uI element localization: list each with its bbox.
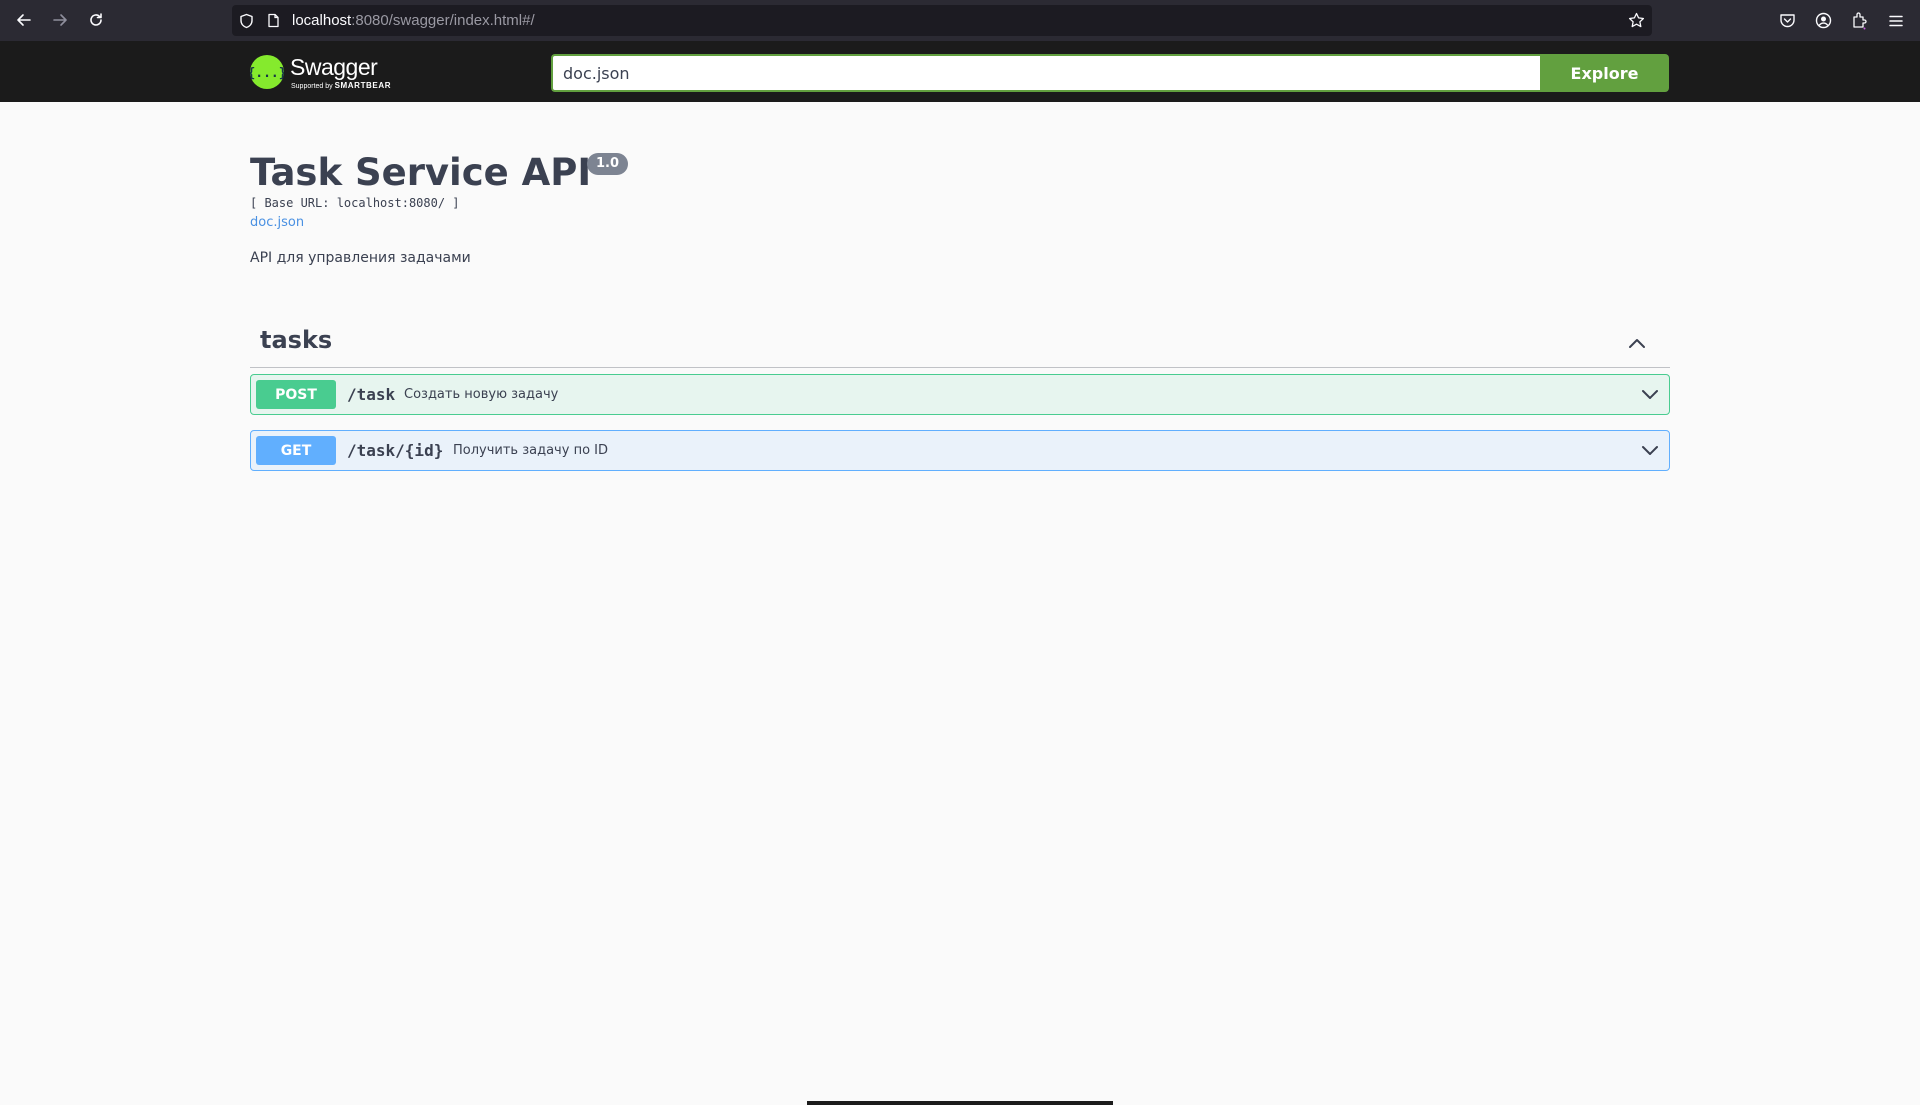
swagger-logo-subtitle: Supported by SMARTBEAR xyxy=(291,81,392,90)
browser-toolbar: localhost:8080/swagger/index.html#/ xyxy=(0,0,1920,41)
bottom-scroll-indicator xyxy=(807,1101,1113,1105)
spec-link[interactable]: doc.json xyxy=(250,215,304,230)
chevron-down-icon[interactable] xyxy=(1639,440,1661,462)
operation-summary: Создать новую задачу xyxy=(404,387,559,402)
back-arrow-icon[interactable] xyxy=(12,8,36,32)
star-icon[interactable] xyxy=(1628,12,1645,29)
api-description: API для управления задачами xyxy=(250,250,471,266)
spec-url-input[interactable] xyxy=(551,54,1540,92)
explore-button[interactable]: Explore xyxy=(1540,54,1669,92)
pocket-icon[interactable] xyxy=(1778,11,1797,30)
swagger-logo[interactable]: {...} Swagger Supported by SMARTBEAR xyxy=(250,51,400,93)
operation-summary: Получить задачу по ID xyxy=(453,443,608,458)
operation-get-task-id[interactable]: GET /task/{id} Получить задачу по ID xyxy=(250,430,1670,471)
menu-icon[interactable] xyxy=(1886,11,1905,30)
api-title: Task Service API xyxy=(250,151,592,194)
operation-path: /task/{id} xyxy=(347,441,444,460)
operation-post-task[interactable]: POST /task Создать новую задачу xyxy=(250,374,1670,415)
chevron-down-icon[interactable] xyxy=(1639,384,1661,406)
method-badge-post: POST xyxy=(256,380,336,409)
reload-icon[interactable] xyxy=(84,8,108,32)
operation-path: /task xyxy=(347,385,396,404)
account-icon[interactable] xyxy=(1814,11,1833,30)
extensions-icon[interactable] xyxy=(1850,11,1869,30)
tag-name[interactable]: tasks xyxy=(260,326,332,354)
tag-section-header[interactable]: tasks xyxy=(250,318,1670,368)
forward-arrow-icon[interactable] xyxy=(48,8,72,32)
chevron-up-icon[interactable] xyxy=(1626,332,1648,354)
address-bar[interactable]: localhost:8080/swagger/index.html#/ xyxy=(232,5,1652,36)
swagger-logo-title: Swagger xyxy=(290,54,378,80)
swagger-topbar: {...} Swagger Supported by SMARTBEAR Exp… xyxy=(0,41,1920,102)
svg-text:{...}: {...} xyxy=(250,66,284,81)
method-badge-get: GET xyxy=(256,436,336,465)
page-icon[interactable] xyxy=(265,12,282,29)
version-badge: 1.0 xyxy=(587,153,629,175)
base-url: [ Base URL: localhost:8080/ ] xyxy=(250,196,460,210)
url-text[interactable]: localhost:8080/swagger/index.html#/ xyxy=(292,12,535,29)
shield-icon[interactable] xyxy=(238,12,255,29)
swagger-logo-icon: {...} xyxy=(250,55,284,89)
